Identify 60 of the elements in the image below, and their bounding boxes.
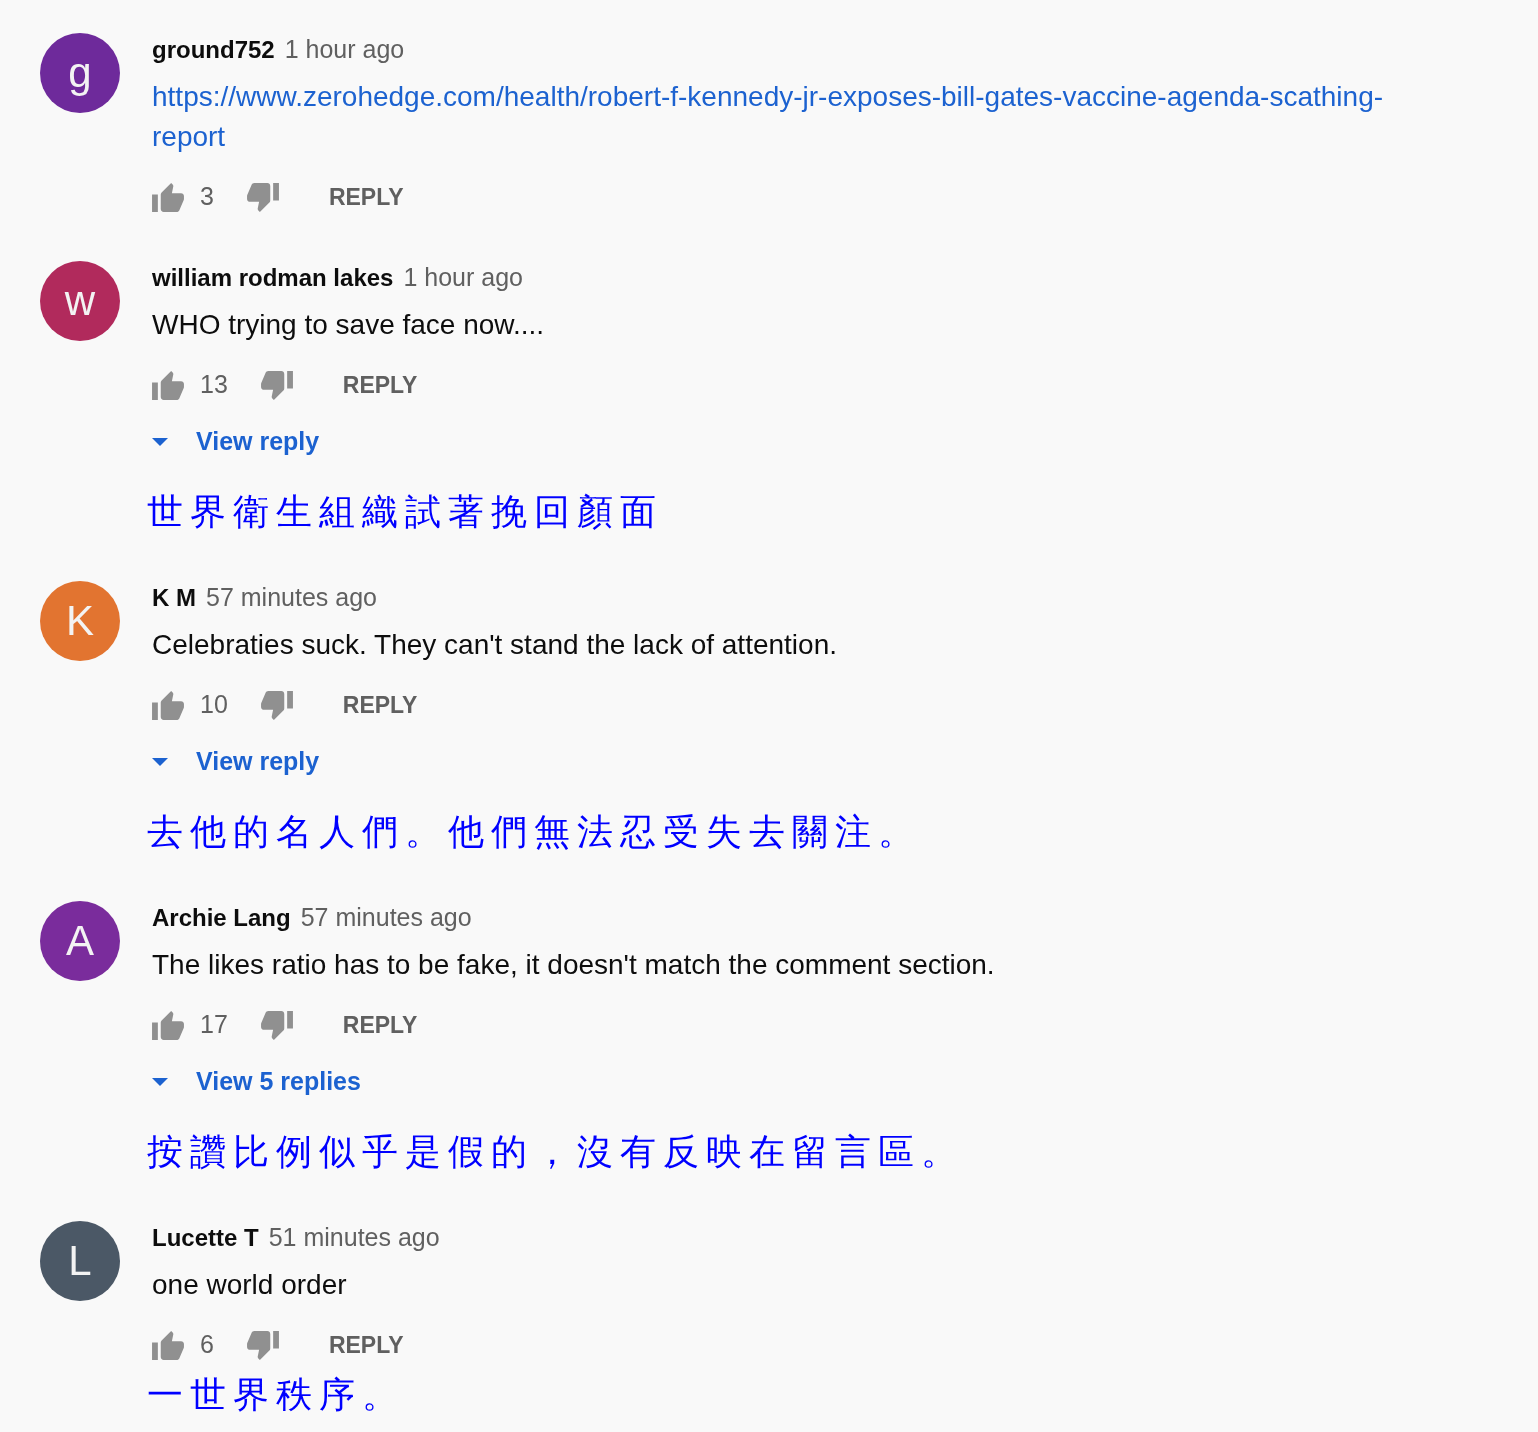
dislike-button[interactable]: [246, 1330, 279, 1360]
comment-time: 51 minutes ago: [268, 1222, 440, 1254]
like-button[interactable]: [152, 1010, 184, 1040]
comment-time: 57 minutes ago: [206, 582, 377, 614]
thumbs-down-icon: [260, 1010, 293, 1040]
user-avatar: L: [40, 1221, 120, 1301]
translation-caption: 按讚比例似乎是假的，沒有反映在留言區。: [147, 1130, 964, 1174]
comment-link[interactable]: https://www.zerohedge.com/health/robert-f-kennedy-jr-exposes-bill-gates-vaccine-agenda-scathing-report: [152, 77, 1402, 157]
comment-time: 1 hour ago: [284, 34, 405, 66]
user-avatar: g: [40, 33, 120, 113]
thumbs-down-icon: [246, 182, 279, 212]
comment-text: The likes ratio has to be fake, it doesn't match the comment section.: [152, 948, 995, 982]
dislike-button[interactable]: [260, 1010, 293, 1040]
thumbs-up-icon: [152, 370, 184, 400]
author-name[interactable]: Archie Lang: [152, 900, 291, 936]
author-name[interactable]: william rodman lakes: [152, 260, 394, 296]
user-avatar: A: [40, 901, 120, 981]
translation-caption: 一世界秩序。: [147, 1373, 405, 1417]
like-button[interactable]: [152, 182, 184, 212]
like-count: 6: [200, 1329, 214, 1361]
like-count: 10: [200, 689, 228, 721]
user-avatar: w: [40, 261, 120, 341]
dislike-button[interactable]: [246, 182, 279, 212]
like-count: 13: [200, 369, 228, 401]
like-button[interactable]: [152, 370, 184, 400]
comment-text: Celebraties suck. They can't stand the lack of attention.: [152, 628, 837, 662]
dislike-button[interactable]: [260, 370, 293, 400]
thumbs-down-icon: [246, 1330, 279, 1360]
caret-down-icon: [152, 438, 168, 446]
user-avatar: K: [40, 581, 120, 661]
translation-caption: 去他的名人們。他們無法忍受失去關注。: [147, 810, 921, 854]
thumbs-down-icon: [260, 370, 293, 400]
like-count: 17: [200, 1009, 228, 1041]
like-count: 3: [200, 181, 214, 213]
thumbs-up-icon: [152, 182, 184, 212]
view-replies-button[interactable]: View reply: [152, 743, 320, 781]
reply-button[interactable]: REPLY: [328, 1327, 404, 1363]
thumbs-up-icon: [152, 1330, 184, 1360]
dislike-button[interactable]: [260, 690, 293, 720]
comment-time: 57 minutes ago: [300, 902, 472, 934]
translation-caption: 世界衛生組織試著挽回顏面: [147, 490, 663, 534]
reply-button[interactable]: REPLY: [342, 367, 418, 403]
reply-button[interactable]: REPLY: [342, 1007, 418, 1043]
author-name[interactable]: K M: [152, 580, 196, 616]
author-name[interactable]: Lucette T: [152, 1220, 259, 1256]
like-button[interactable]: [152, 1330, 184, 1360]
caret-down-icon: [152, 1078, 168, 1086]
view-replies-button[interactable]: View 5 replies: [152, 1063, 361, 1101]
thumbs-down-icon: [260, 690, 293, 720]
thumbs-up-icon: [152, 1010, 184, 1040]
like-button[interactable]: [152, 690, 184, 720]
thumbs-up-icon: [152, 690, 184, 720]
comment-time: 1 hour ago: [403, 262, 523, 294]
reply-button[interactable]: REPLY: [328, 179, 404, 215]
reply-button[interactable]: REPLY: [342, 687, 418, 723]
caret-down-icon: [152, 758, 168, 766]
comment-text: WHO trying to save face now....: [152, 308, 545, 342]
author-name[interactable]: ground752: [152, 32, 275, 68]
view-replies-button[interactable]: View reply: [152, 423, 320, 461]
comment-text: one world order: [152, 1268, 347, 1302]
